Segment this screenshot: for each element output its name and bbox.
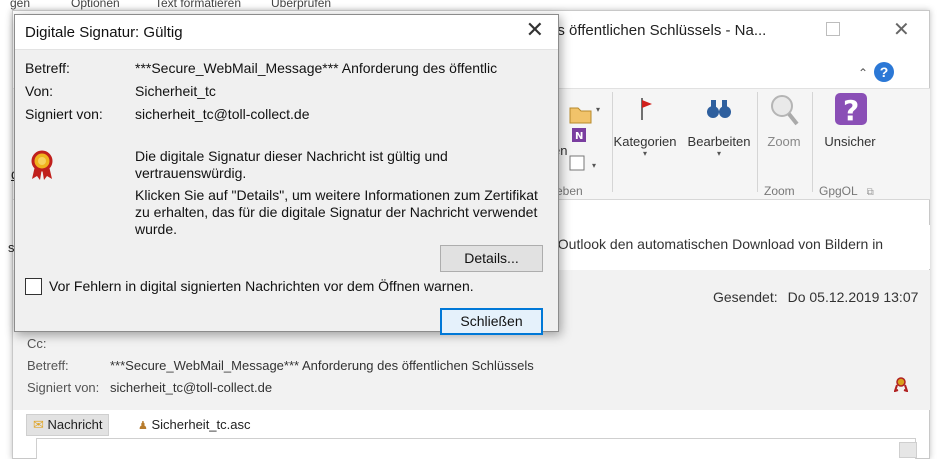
svg-text:?: ? <box>843 94 859 127</box>
attachment-label: Sicherheit_tc.asc <box>151 417 251 432</box>
window-close-icon[interactable]: ✕ <box>893 17 910 42</box>
close-icon[interactable]: ✕ <box>526 19 544 41</box>
sent-value: Do 05.12.2019 13:07 <box>787 289 919 305</box>
dialog-launcher-icon[interactable]: ⧉ <box>867 187 874 198</box>
chevron-down-icon: ▾ <box>716 149 721 158</box>
subject-value: ***Secure_WebMail_Message*** Anforderung… <box>135 60 498 76</box>
cc-label: Cc: <box>27 336 47 351</box>
digital-signature-dialog: Digitale Signatur: Gültig ✕ Betreff: ***… <box>14 14 559 335</box>
collapse-ribbon-icon[interactable]: ⌃ <box>858 66 868 80</box>
from-label: Von: <box>25 83 54 99</box>
sent-label: Gesendet: <box>713 289 778 305</box>
subject-label: Betreff: <box>25 60 70 76</box>
svg-text:▾: ▾ <box>596 105 600 114</box>
binoculars-icon <box>702 92 736 126</box>
zoom-label: Zoom <box>767 134 801 149</box>
details-message: Klicken Sie auf "Details", um weitere In… <box>135 187 538 237</box>
menu-item[interactable]: Text formatieren <box>155 0 241 10</box>
valid-signature-icon <box>29 150 55 185</box>
dialog-title: Digitale Signatur: Gültig <box>25 24 183 41</box>
close-button[interactable]: Schließen <box>440 308 543 335</box>
tab-nachricht-label: Nachricht <box>47 417 103 432</box>
question-icon: ? <box>833 92 867 127</box>
attachment-bar: ✉ Nachricht ♟ Sicherheit_tc.asc <box>26 414 930 436</box>
message-body[interactable] <box>36 438 916 459</box>
bearbeiten-label: Bearbeiten <box>687 134 751 149</box>
ribbon-group-label-gpgol: GpgOL ⧉ <box>819 184 874 198</box>
signed-by-value: sicherheit_tc@toll-collect.de <box>110 380 273 395</box>
warn-checkbox[interactable] <box>25 278 42 295</box>
ribbon-group-label-zoom: Zoom <box>764 184 795 198</box>
ribbon-group-label: eben <box>556 184 583 198</box>
attachment-item[interactable]: ♟ Sicherheit_tc.asc <box>138 417 251 432</box>
signed-by-value: sicherheit_tc@toll-collect.de <box>135 106 310 122</box>
dialog-body: Betreff: ***Secure_WebMail_Message*** An… <box>15 49 558 335</box>
tab-nachricht[interactable]: ✉ Nachricht <box>26 414 110 436</box>
signed-by-label: Signiert von: <box>25 106 103 122</box>
signed-by-label: Signiert von: <box>27 380 100 395</box>
info-bar-text[interactable]: t Outlook den automatischen Download von… <box>550 236 883 252</box>
unsicher-button[interactable]: ? Unsicher <box>817 92 883 149</box>
maximize-icon[interactable] <box>826 22 840 36</box>
status-message: Die digitale Signatur dieser Nachricht i… <box>135 148 448 181</box>
window-title: es öffentlichen Schlüssels - Na... <box>549 22 767 39</box>
zoom-icon <box>767 92 801 126</box>
menu-item[interactable]: gen <box>10 0 30 10</box>
chevron-down-icon: ▾ <box>642 149 647 158</box>
details-button[interactable]: Details... <box>440 245 543 272</box>
svg-text:▾: ▾ <box>592 161 596 170</box>
from-value: Sicherheit_tc <box>135 83 216 99</box>
zoom-button[interactable]: Zoom <box>758 92 810 149</box>
flag-icon <box>628 92 662 126</box>
kategorien-button[interactable]: Kategorien ▾ <box>609 92 681 158</box>
subject-label: Betreff: <box>27 358 69 373</box>
scroll-button[interactable] <box>899 442 917 458</box>
bearbeiten-button[interactable]: Bearbeiten ▾ <box>683 92 755 158</box>
kategorien-label: Kategorien <box>613 134 677 149</box>
unsicher-label: Unsicher <box>824 134 876 149</box>
help-icon[interactable]: ? <box>874 62 894 82</box>
menu-item[interactable]: Überprüfen <box>271 0 331 10</box>
signature-ribbon-icon[interactable] <box>893 376 909 395</box>
subject-value: ***Secure_WebMail_Message*** Anforderung… <box>110 358 534 373</box>
svg-text:N: N <box>575 131 583 142</box>
gpgol-label: GpgOL <box>819 184 858 198</box>
ribbon-separator <box>812 92 813 192</box>
attachment-icon: ♟ <box>138 420 148 432</box>
envelope-icon: ✉ <box>33 417 44 432</box>
sent-row: Gesendet: Do 05.12.2019 13:07 <box>713 289 918 305</box>
menu-item[interactable]: Optionen <box>71 0 120 10</box>
ribbon-small-icons[interactable]: ▾ N ▾ <box>566 98 606 178</box>
warn-checkbox-label[interactable]: Vor Fehlern in digital signierten Nachri… <box>49 278 474 294</box>
